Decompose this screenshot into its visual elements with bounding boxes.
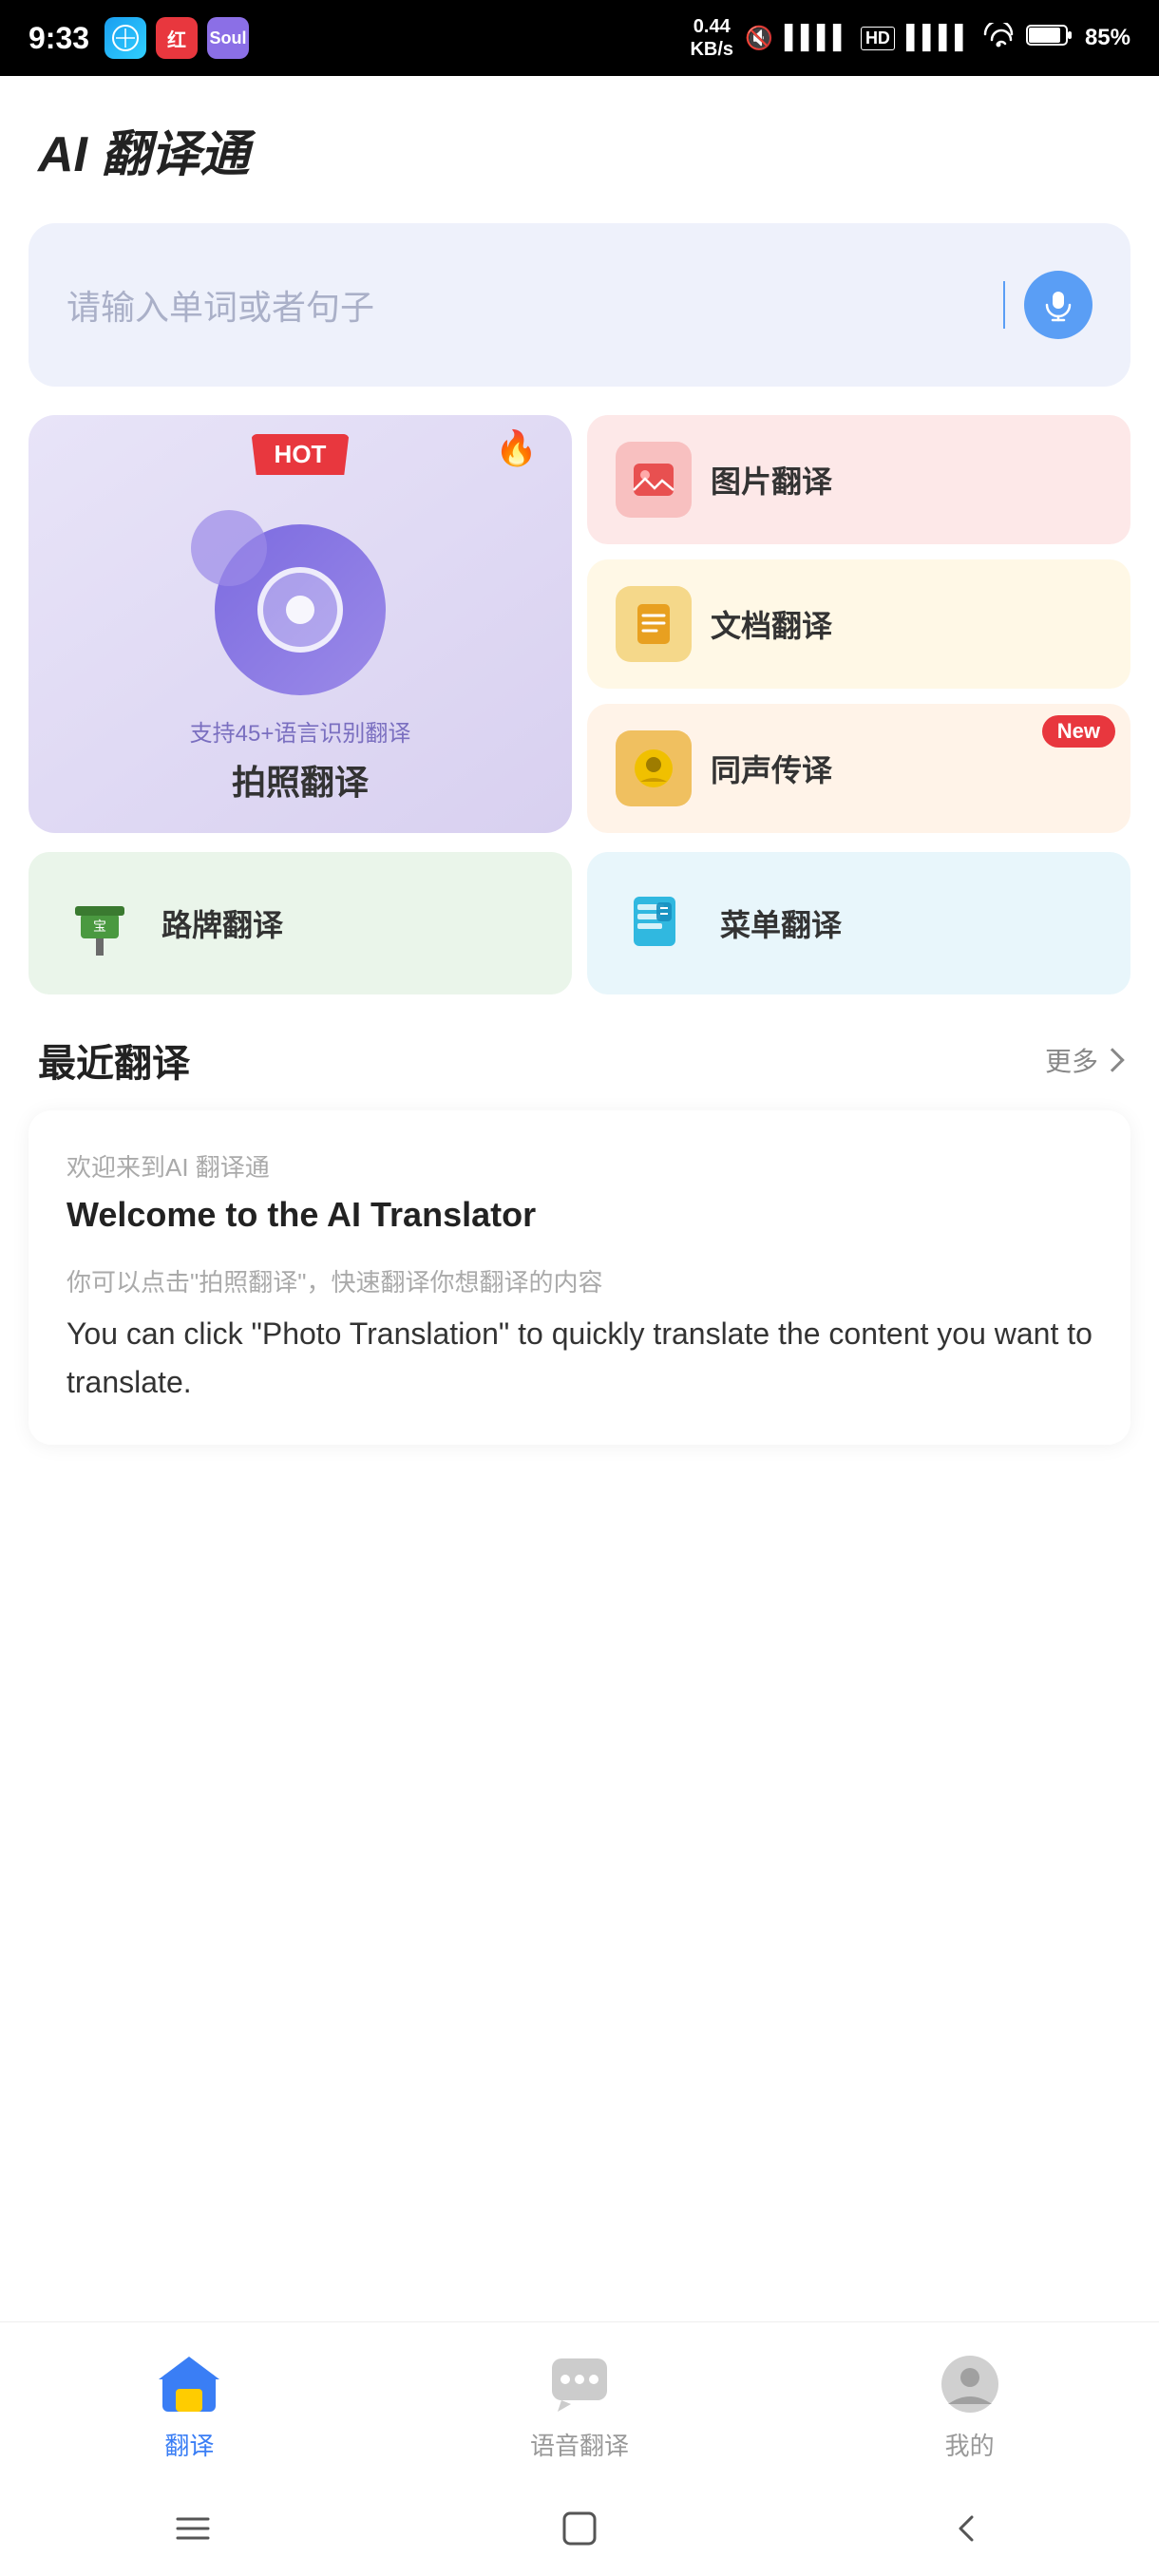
status-bar: 9:33 红 Soul 0.44KB/s 🔇 ▌▌▌▌ HD ▌▌▌▌ 85%	[0, 0, 1159, 76]
chevron-right-icon	[1100, 1048, 1124, 1071]
signal-icon-2: ▌▌▌▌	[906, 25, 971, 51]
translation-source-label-2: 你可以点击"拍照翻译"，快速翻译你想翻译的内容	[66, 1263, 1092, 1298]
voice-icon	[616, 730, 692, 806]
translation-original-text: Welcome to the AI Translator	[66, 1195, 1092, 1235]
svg-text:宝: 宝	[93, 919, 106, 934]
home-sys-btn[interactable]	[551, 2500, 608, 2557]
translation-result-text: You can click "Photo Translation" to qui…	[66, 1310, 1092, 1407]
wifi-icon	[982, 23, 1015, 54]
bottom-spacer	[0, 1473, 1159, 1701]
photo-main-label: 拍照翻译	[232, 755, 369, 805]
search-input-area[interactable]: 请输入单词或者句子	[28, 223, 1130, 387]
nav-item-translate[interactable]: 翻译	[151, 2351, 227, 2462]
recent-title: 最近翻译	[38, 1032, 190, 1088]
sign-translation-label: 路牌翻译	[162, 901, 283, 945]
hd-badge: HD	[861, 27, 895, 50]
back-sys-btn[interactable]	[938, 2500, 995, 2557]
menu-icon	[616, 881, 701, 966]
mic-button[interactable]	[1024, 271, 1092, 339]
profile-nav-icon	[932, 2351, 1008, 2417]
nav-item-voice-translate[interactable]: 语音翻译	[530, 2351, 629, 2462]
search-placeholder: 请输入单词或者句子	[66, 280, 984, 330]
voice-translate-nav-icon	[542, 2351, 618, 2417]
sign-translation-card[interactable]: 宝 路牌翻译	[28, 852, 572, 994]
status-app-icons: 红 Soul	[104, 17, 249, 59]
soul-app-icon: Soul	[207, 17, 249, 59]
profile-nav-label: 我的	[945, 2427, 995, 2462]
more-text: 更多	[1045, 1041, 1098, 1079]
network-speed: 0.44KB/s	[690, 15, 733, 61]
mute-icon: 🔇	[745, 25, 773, 52]
system-nav	[0, 2481, 1159, 2576]
photo-translation-card[interactable]: HOT 🔥 支持45+语言识别翻译 拍照翻译	[28, 415, 572, 833]
safari-icon	[104, 17, 146, 59]
new-badge: New	[1042, 715, 1115, 748]
nav-item-profile[interactable]: 我的	[932, 2351, 1008, 2462]
right-feature-cards: 图片翻译 文档翻译	[587, 415, 1130, 833]
flame-decoration: 🔥	[495, 428, 538, 468]
image-translation-label: 图片翻译	[711, 458, 832, 502]
document-translation-card[interactable]: 文档翻译	[587, 559, 1130, 689]
voice-translation-card[interactable]: 同声传译 New	[587, 704, 1130, 833]
camera-visual	[215, 524, 386, 695]
translate-nav-icon	[151, 2351, 227, 2417]
status-right: 0.44KB/s 🔇 ▌▌▌▌ HD ▌▌▌▌ 85%	[690, 15, 1130, 61]
menu-translation-label: 菜单翻译	[720, 901, 842, 945]
translation-card[interactable]: 欢迎来到AI 翻译通 Welcome to the AI Translator …	[28, 1110, 1130, 1445]
bottom-feature-cards: 宝 路牌翻译 菜单翻译	[28, 852, 1130, 994]
app-header: AI 翻译通	[0, 76, 1159, 204]
document-translation-label: 文档翻译	[711, 602, 832, 646]
signal-icon: ▌▌▌▌	[785, 25, 849, 51]
menu-sys-btn[interactable]	[164, 2500, 221, 2557]
feature-grid: HOT 🔥 支持45+语言识别翻译 拍照翻译	[28, 415, 1130, 833]
bottom-nav: 翻译 语音翻译 我的	[0, 2321, 1159, 2481]
app-wrapper: AI 翻译通 请输入单词或者句子 HOT 🔥 支持45+语言识	[0, 76, 1159, 2576]
menu-translation-card[interactable]: 菜单翻译	[587, 852, 1130, 994]
translation-source-label: 欢迎来到AI 翻译通	[66, 1148, 1092, 1184]
red-app-icon: 红	[156, 17, 198, 59]
document-icon	[616, 586, 692, 662]
translate-nav-label: 翻译	[164, 2427, 214, 2462]
app-title: AI 翻译通	[38, 114, 1121, 185]
status-time: 9:33	[28, 21, 89, 56]
recent-section-header: 最近翻译 更多	[0, 1032, 1159, 1110]
hot-badge: HOT	[252, 434, 350, 475]
sign-icon: 宝	[57, 881, 142, 966]
voice-translate-nav-label: 语音翻译	[530, 2427, 629, 2462]
photo-sub-text: 支持45+语言识别翻译	[190, 714, 411, 748]
image-translation-card[interactable]: 图片翻译	[587, 415, 1130, 544]
image-icon	[616, 442, 692, 518]
camera-inner	[257, 567, 343, 653]
search-divider	[1003, 281, 1005, 329]
battery-percent: 85%	[1085, 25, 1130, 51]
more-link[interactable]: 更多	[1045, 1041, 1121, 1079]
camera-dot	[286, 596, 314, 624]
battery-icon	[1026, 23, 1074, 54]
voice-translation-label: 同声传译	[711, 747, 832, 790]
